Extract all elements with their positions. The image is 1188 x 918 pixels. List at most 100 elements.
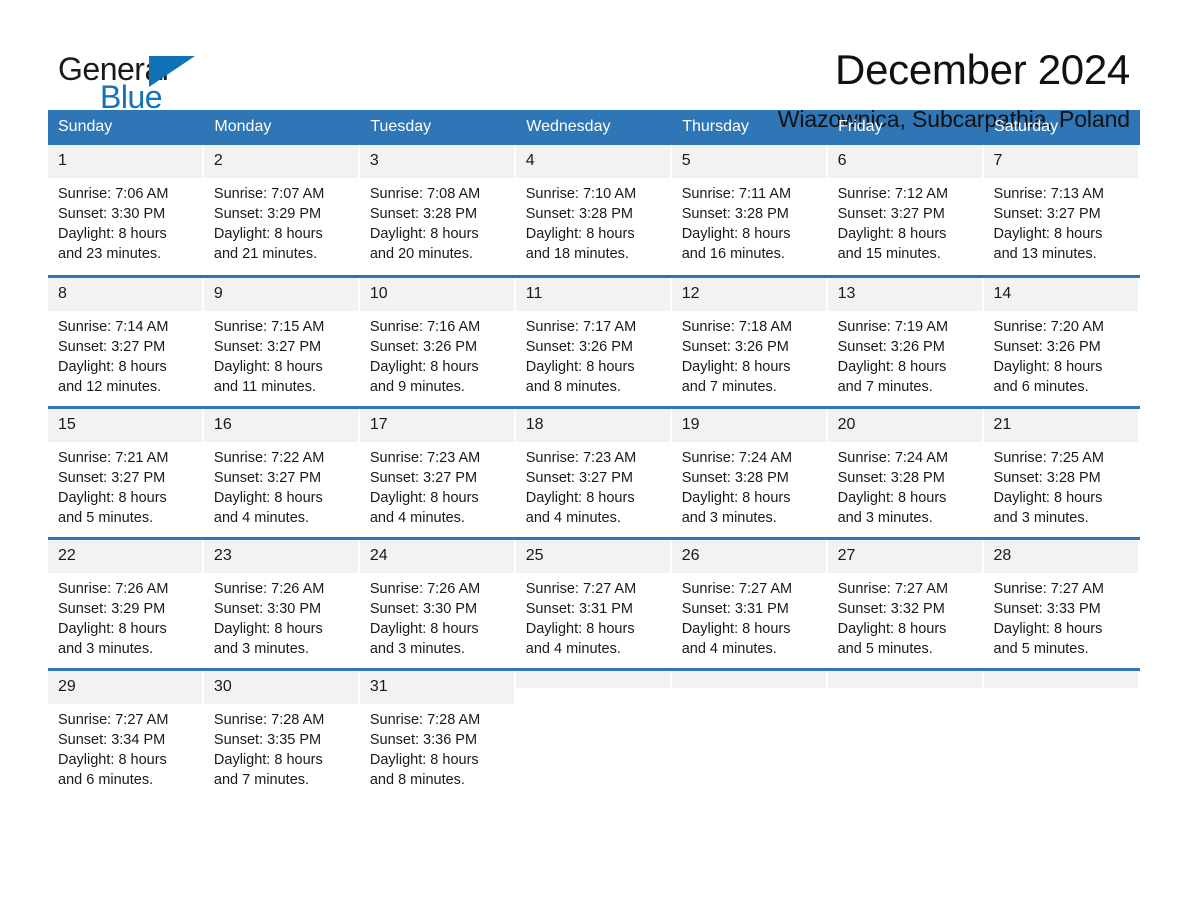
calendar-day-cell[interactable]: 3 Sunrise: 7:08 AM Sunset: 3:28 PM Daylight…: [359, 145, 516, 276]
daylight-text-line2: and 21 minutes.: [213, 246, 318, 262]
day-details: Sunrise: 7:26 AM Sunset: 3:29 PM Daylight:…: [48, 573, 204, 659]
daylight-text-line1: Daylight: 8 hours: [681, 620, 791, 637]
calendar-day-cell[interactable]: 25 Sunrise: 7:27 AM Sunset: 3:31 PM Dayligh…: [515, 536, 672, 669]
day-details: Sunrise: 7:27 AM Sunset: 3:31 PM Daylight:…: [672, 573, 828, 659]
daylight-text-line2: and 3 minutes.: [369, 640, 465, 657]
sunrise-text: Sunrise: 7:06 AM: [58, 186, 169, 202]
calendar-day-cell[interactable]: 16 Sunrise: 7:22 AM Sunset: 3:27 PM Dayligh…: [203, 405, 360, 538]
general-blue-logo[interactable]: General Blue: [48, 48, 228, 118]
calendar-day-cell[interactable]: 14 Sunrise: 7:20 AM Sunset: 3:26 PM Dayligh…: [983, 274, 1140, 407]
sunrise-text: Sunrise: 7:23 AM: [525, 449, 637, 466]
sunrise-text: Sunrise: 7:22 AM: [213, 449, 325, 466]
calendar-day-cell[interactable]: 4 Sunrise: 7:10 AM Sunset: 3:28 PM Daylight…: [515, 145, 672, 276]
sunset-text: Sunset: 3:29 PM: [213, 206, 322, 222]
day-details: Sunrise: 7:07 AM Sunset: 3:29 PM Daylight:…: [204, 178, 360, 264]
calendar-week-row: 29 Sunrise: 7:27 AM Sunset: 3:34 PM Dayligh…: [48, 667, 1140, 800]
daylight-text-line2: and 3 minutes.: [993, 509, 1089, 526]
calendar-day-cell-empty: [983, 667, 1140, 800]
calendar-day-cell[interactable]: 2 Sunrise: 7:07 AM Sunset: 3:29 PM Daylight…: [203, 145, 360, 276]
calendar-day-cell[interactable]: 12 Sunrise: 7:18 AM Sunset: 3:26 PM Dayligh…: [671, 274, 828, 407]
calendar-day-cell[interactable]: 28 Sunrise: 7:27 AM Sunset: 3:33 PM Dayligh…: [983, 536, 1140, 669]
calendar-day-cell[interactable]: 30 Sunrise: 7:28 AM Sunset: 3:35 PM Dayligh…: [203, 667, 360, 800]
daylight-text-line1: Daylight: 8 hours: [681, 489, 791, 506]
sunrise-text: Sunrise: 7:27 AM: [681, 580, 793, 597]
calendar-day-cell[interactable]: 9 Sunrise: 7:15 AM Sunset: 3:27 PM Daylight…: [203, 274, 360, 407]
calendar-day-cell[interactable]: 20 Sunrise: 7:24 AM Sunset: 3:28 PM Dayligh…: [827, 405, 984, 538]
sunrise-text: Sunrise: 7:28 AM: [213, 711, 325, 728]
sunset-text: Sunset: 3:36 PM: [369, 731, 478, 748]
daylight-text-line1: Daylight: 8 hours: [213, 226, 323, 242]
day-details: Sunrise: 7:14 AM Sunset: 3:27 PM Daylight:…: [48, 311, 204, 397]
sunrise-text: Sunrise: 7:26 AM: [369, 580, 481, 597]
calendar-day-cell[interactable]: 18 Sunrise: 7:23 AM Sunset: 3:27 PM Dayligh…: [515, 405, 672, 538]
daylight-text-line1: Daylight: 8 hours: [58, 358, 167, 375]
daylight-text-line2: and 5 minutes.: [837, 640, 933, 657]
calendar-day-cell[interactable]: 27 Sunrise: 7:27 AM Sunset: 3:32 PM Dayligh…: [827, 536, 984, 669]
sunset-text: Sunset: 3:26 PM: [681, 338, 789, 355]
sunset-text: Sunset: 3:27 PM: [58, 469, 166, 486]
daylight-text-line1: Daylight: 8 hours: [837, 620, 947, 637]
calendar-body: 1 Sunrise: 7:06 AM Sunset: 3:30 PM Daylight…: [48, 145, 1140, 800]
sunrise-text: Sunrise: 7:27 AM: [837, 580, 949, 597]
sunrise-text: Sunrise: 7:27 AM: [525, 580, 637, 597]
day-details: Sunrise: 7:27 AM Sunset: 3:31 PM Daylight:…: [516, 573, 672, 659]
day-number: 21: [983, 408, 1140, 442]
day-number: 23: [203, 539, 360, 573]
sunrise-text: Sunrise: 7:25 AM: [993, 449, 1104, 466]
daylight-text-line2: and 20 minutes.: [369, 246, 474, 262]
day-number: 19: [671, 408, 828, 442]
sunrise-text: Sunrise: 7:26 AM: [213, 580, 325, 597]
daylight-text-line1: Daylight: 8 hours: [369, 489, 479, 506]
calendar-day-cell[interactable]: 8 Sunrise: 7:14 AM Sunset: 3:27 PM Daylight…: [48, 274, 204, 407]
calendar-day-cell[interactable]: 19 Sunrise: 7:24 AM Sunset: 3:28 PM Dayligh…: [671, 405, 828, 538]
calendar-day-cell[interactable]: 7 Sunrise: 7:13 AM Sunset: 3:27 PM Daylight…: [983, 145, 1140, 276]
day-details: Sunrise: 7:23 AM Sunset: 3:27 PM Daylight:…: [360, 442, 516, 528]
calendar-day-cell[interactable]: 29 Sunrise: 7:27 AM Sunset: 3:34 PM Dayligh…: [48, 667, 204, 800]
day-details: Sunrise: 7:28 AM Sunset: 3:35 PM Daylight:…: [204, 704, 360, 790]
calendar-day-cell[interactable]: 10 Sunrise: 7:16 AM Sunset: 3:26 PM Dayligh…: [359, 274, 516, 407]
calendar-page: General Blue December 2024 Wiazownica, S…: [0, 0, 1188, 918]
day-number: 10: [359, 277, 516, 311]
day-number: [983, 670, 1140, 688]
day-details: Sunrise: 7:28 AM Sunset: 3:36 PM Daylight:…: [360, 704, 516, 790]
day-number: 15: [48, 408, 204, 442]
calendar-day-cell[interactable]: 17 Sunrise: 7:23 AM Sunset: 3:27 PM Dayligh…: [359, 405, 516, 538]
sunrise-text: Sunrise: 7:11 AM: [681, 186, 792, 202]
calendar-day-cell[interactable]: 6 Sunrise: 7:12 AM Sunset: 3:27 PM Daylight…: [827, 145, 984, 276]
day-number: 1: [48, 145, 204, 178]
calendar-day-cell[interactable]: 21 Sunrise: 7:25 AM Sunset: 3:28 PM Dayligh…: [983, 405, 1140, 538]
daylight-text-line1: Daylight: 8 hours: [993, 226, 1103, 242]
daylight-text-line1: Daylight: 8 hours: [369, 620, 479, 637]
day-details: Sunrise: 7:21 AM Sunset: 3:27 PM Daylight:…: [48, 442, 204, 528]
calendar-day-cell[interactable]: 1 Sunrise: 7:06 AM Sunset: 3:30 PM Daylight…: [48, 145, 204, 276]
day-number: 14: [983, 277, 1140, 311]
calendar-day-cell[interactable]: 23 Sunrise: 7:26 AM Sunset: 3:30 PM Dayligh…: [203, 536, 360, 669]
day-details: Sunrise: 7:11 AM Sunset: 3:28 PM Daylight:…: [672, 178, 828, 264]
daylight-text-line2: and 13 minutes.: [993, 246, 1097, 262]
calendar-day-cell[interactable]: 11 Sunrise: 7:17 AM Sunset: 3:26 PM Dayligh…: [515, 274, 672, 407]
calendar-day-cell[interactable]: 15 Sunrise: 7:21 AM Sunset: 3:27 PM Dayligh…: [48, 405, 204, 538]
calendar-day-cell[interactable]: 13 Sunrise: 7:19 AM Sunset: 3:26 PM Dayligh…: [827, 274, 984, 407]
calendar-day-cell[interactable]: 22 Sunrise: 7:26 AM Sunset: 3:29 PM Dayligh…: [48, 536, 204, 669]
daylight-text-line2: and 8 minutes.: [525, 378, 621, 395]
daylight-text-line1: Daylight: 8 hours: [58, 226, 167, 242]
daylight-text-line2: and 8 minutes.: [369, 771, 465, 788]
sunset-text: Sunset: 3:28 PM: [369, 206, 478, 222]
daylight-text-line2: and 5 minutes.: [993, 640, 1089, 657]
sunset-text: Sunset: 3:28 PM: [837, 469, 945, 486]
daylight-text-line2: and 5 minutes.: [58, 509, 154, 526]
sunrise-text: Sunrise: 7:27 AM: [993, 580, 1104, 597]
logo-text-blue: Blue: [100, 79, 163, 115]
day-details: Sunrise: 7:17 AM Sunset: 3:26 PM Daylight:…: [516, 311, 672, 397]
calendar-day-cell[interactable]: 26 Sunrise: 7:27 AM Sunset: 3:31 PM Dayligh…: [671, 536, 828, 669]
calendar-day-cell[interactable]: 24 Sunrise: 7:26 AM Sunset: 3:30 PM Dayligh…: [359, 536, 516, 669]
calendar-day-cell[interactable]: 5 Sunrise: 7:11 AM Sunset: 3:28 PM Daylight…: [671, 145, 828, 276]
day-details: Sunrise: 7:22 AM Sunset: 3:27 PM Daylight:…: [204, 442, 360, 528]
sunset-text: Sunset: 3:27 PM: [213, 338, 322, 355]
daylight-text-line2: and 3 minutes.: [58, 640, 154, 657]
calendar-day-cell[interactable]: 31 Sunrise: 7:28 AM Sunset: 3:36 PM Dayligh…: [359, 667, 516, 800]
sunrise-text: Sunrise: 7:26 AM: [58, 580, 169, 597]
day-details: Sunrise: 7:27 AM Sunset: 3:33 PM Daylight:…: [984, 573, 1140, 659]
sunrise-text: Sunrise: 7:17 AM: [525, 318, 637, 335]
sunset-text: Sunset: 3:28 PM: [993, 469, 1101, 486]
